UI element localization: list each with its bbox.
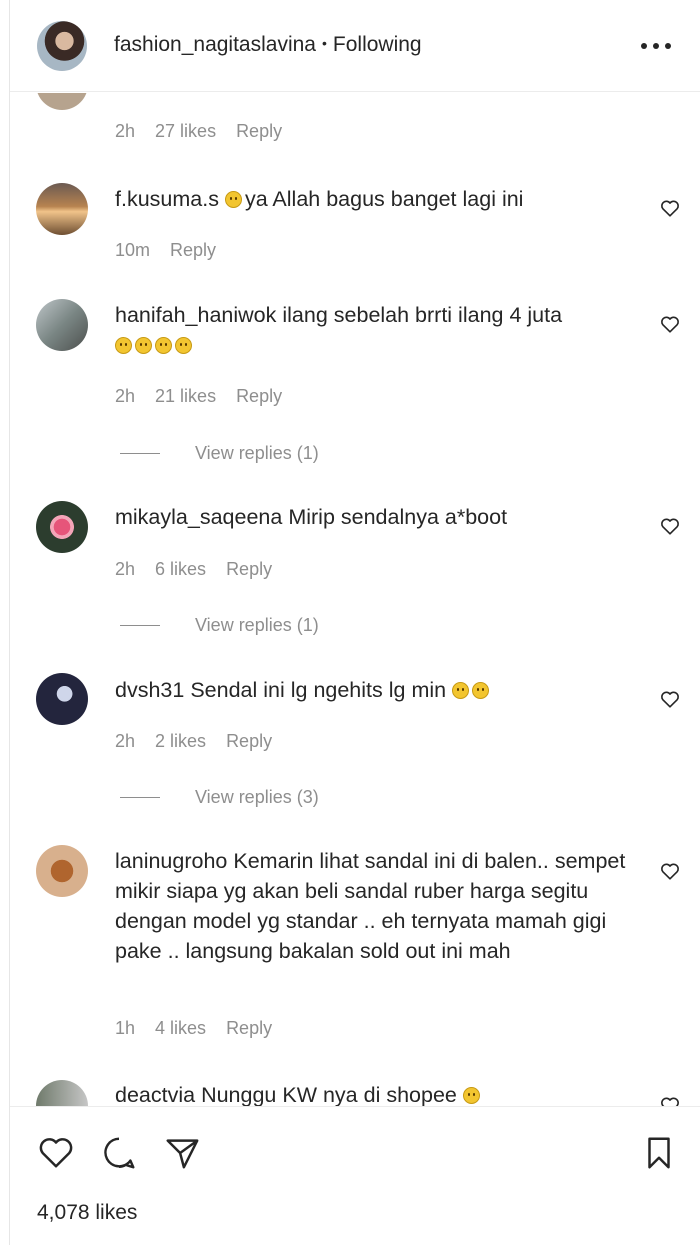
commenter-avatar[interactable] (36, 183, 88, 235)
emoji-icon (224, 191, 242, 208)
comment-time: 1h (115, 1018, 136, 1038)
comment-likes[interactable]: 2 likes (155, 731, 206, 751)
post-likes-count[interactable]: 4,078 likes (37, 1201, 137, 1225)
commenter-avatar[interactable] (36, 1080, 88, 1106)
reply-button[interactable]: Reply (236, 386, 282, 406)
emoji-icon (175, 337, 192, 354)
comment-time: 2h (115, 121, 136, 141)
heart-icon[interactable] (37, 1134, 75, 1172)
heart-outline-icon[interactable] (660, 1096, 680, 1106)
view-replies-label: View replies (3) (195, 787, 319, 807)
author-line: fashion_nagitaslavina • Following (114, 33, 422, 57)
following-button[interactable]: Following (333, 33, 422, 56)
author-avatar[interactable] (37, 21, 87, 71)
reply-button[interactable]: Reply (170, 240, 216, 260)
commenter-username[interactable]: mikayla_saqeena (115, 505, 282, 529)
comment-icon[interactable] (100, 1134, 138, 1172)
bookmark-icon[interactable] (640, 1134, 678, 1172)
reply-button[interactable]: Reply (236, 121, 282, 141)
post-header: fashion_nagitaslavina • Following (10, 0, 700, 92)
comment-time: 2h (115, 731, 136, 751)
comment-likes[interactable]: 4 likes (155, 1018, 206, 1038)
emoji-icon (472, 682, 490, 699)
replies-divider (120, 797, 160, 798)
view-replies-button[interactable]: View replies (3) (120, 787, 319, 808)
comment-meta: 2h 2 likes Reply (115, 731, 292, 752)
author-username[interactable]: fashion_nagitaslavina (114, 33, 316, 56)
commenter-username[interactable]: hanifah_haniwok (115, 303, 276, 327)
commenter-avatar[interactable] (36, 845, 88, 897)
heart-outline-icon[interactable] (660, 517, 680, 535)
reply-button[interactable]: Reply (226, 1018, 272, 1038)
heart-outline-icon[interactable] (660, 690, 680, 708)
comment-text: laninugroho Kemarin lihat sandal ini di … (115, 846, 645, 966)
replies-divider (120, 453, 160, 454)
comment-body: ya Allah bagus banget lagi ini (244, 187, 524, 211)
comment-text: dvsh31 Sendal ini lg ngehits lg min (115, 675, 655, 705)
comment-meta: 10m Reply (115, 240, 236, 261)
more-options-icon[interactable] (641, 34, 671, 58)
view-replies-label: View replies (1) (195, 615, 319, 635)
emoji-icon (115, 337, 132, 354)
comment-body: Sendal ini lg ngehits lg min (190, 678, 447, 702)
comment-body: Nunggu KW nya di shopee (201, 1083, 457, 1106)
separator-dot: • (321, 35, 327, 51)
comment-time: 10m (115, 240, 151, 260)
view-replies-button[interactable]: View replies (1) (120, 443, 319, 464)
commenter-username[interactable]: deactvia (115, 1083, 195, 1106)
post-actions-bar: 4,078 likes (10, 1106, 700, 1245)
comment-meta: 2h 21 likes Reply (115, 386, 302, 407)
commenter-avatar[interactable] (36, 93, 88, 110)
comment-body: ilang sebelah brrti ilang 4 juta (282, 303, 563, 327)
reply-button[interactable]: Reply (226, 731, 272, 751)
commenter-avatar[interactable] (36, 673, 88, 725)
comment-time: 2h (115, 386, 136, 406)
comments-list[interactable]: 2h 27 likes Reply f.kusuma.s ya Allah bagu… (10, 93, 700, 1106)
reply-button[interactable]: Reply (226, 559, 272, 579)
replies-divider (120, 625, 160, 626)
emoji-icon (155, 337, 172, 354)
comment-meta: 2h 27 likes Reply (115, 121, 302, 142)
comment-likes[interactable]: 6 likes (155, 559, 206, 579)
comment-text: mikayla_saqeena Mirip sendalnya a*boot (115, 502, 655, 532)
heart-outline-icon[interactable] (660, 862, 680, 880)
emoji-icon (462, 1087, 480, 1104)
comment-likes[interactable]: 21 likes (155, 386, 216, 406)
emoji-icon (452, 682, 470, 699)
commenter-username[interactable]: laninugroho (115, 849, 227, 873)
heart-outline-icon[interactable] (660, 315, 680, 333)
view-replies-button[interactable]: View replies (1) (120, 615, 319, 636)
commenter-username[interactable]: f.kusuma.s (115, 187, 219, 211)
heart-outline-icon[interactable] (660, 199, 680, 217)
commenter-avatar[interactable] (36, 501, 88, 553)
comment-text: f.kusuma.s ya Allah bagus banget lagi in… (115, 184, 655, 214)
comment-meta: 1h 4 likes Reply (115, 1018, 292, 1039)
comment-text: deactvia Nunggu KW nya di shopee (115, 1080, 655, 1106)
view-replies-label: View replies (1) (195, 443, 319, 463)
share-icon[interactable] (163, 1134, 201, 1172)
comment-text: hanifah_haniwok ilang sebelah brrti ilan… (115, 300, 655, 360)
commenter-username[interactable]: dvsh31 (115, 678, 184, 702)
comment-meta: 2h 6 likes Reply (115, 559, 292, 580)
comment-time: 2h (115, 559, 136, 579)
commenter-avatar[interactable] (36, 299, 88, 351)
comment-body: Mirip sendalnya a*boot (288, 505, 508, 529)
emoji-icon (135, 337, 152, 354)
comment-likes[interactable]: 27 likes (155, 121, 216, 141)
post-comments-panel: fashion_nagitaslavina • Following 2h 27 lik… (9, 0, 700, 1245)
